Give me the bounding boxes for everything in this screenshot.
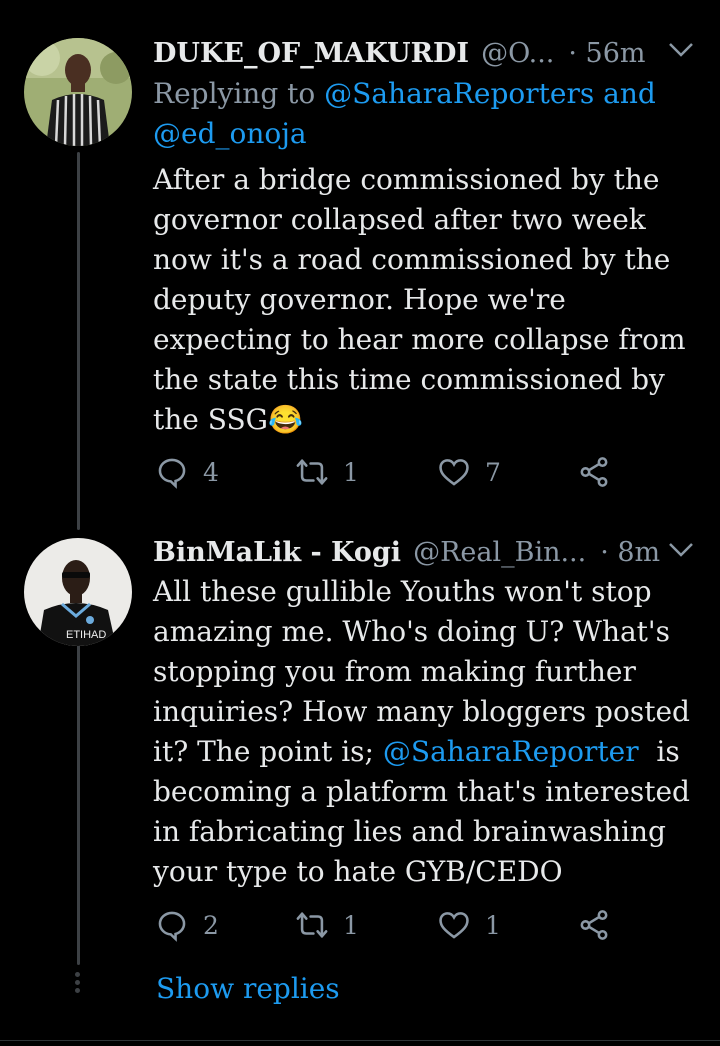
reply-button[interactable]: 4	[155, 455, 219, 489]
user-handle[interactable]: @O...	[481, 38, 554, 69]
reply-count: 4	[203, 457, 219, 487]
tweet-header: BinMaLik - Kogi @Real_Bin... · 8m	[153, 537, 660, 568]
show-replies-link[interactable]: Show replies	[156, 972, 340, 1005]
replying-to: Replying to @SaharaReporters and @ed_ono…	[153, 74, 693, 154]
reply-mention-link[interactable]: @SaharaReporters and	[324, 77, 656, 110]
tweet-actions: 2 1 1	[155, 908, 625, 948]
reply-button[interactable]: 2	[155, 908, 219, 942]
chevron-down-icon[interactable]	[668, 542, 694, 558]
timestamp[interactable]: · 56m	[568, 38, 645, 69]
share-button[interactable]	[577, 908, 625, 942]
tweet-actions: 4 1 7	[155, 455, 625, 495]
retweet-button[interactable]: 1	[295, 908, 359, 942]
reply-mention-link[interactable]: @ed_onoja	[153, 117, 307, 150]
thread-line	[77, 152, 80, 530]
tweet-text: After a bridge commissioned by the gover…	[153, 163, 686, 436]
reply-icon	[158, 458, 186, 489]
like-button[interactable]: 7	[437, 455, 501, 489]
display-name[interactable]: DUKE_OF_MAKURDI	[153, 38, 469, 69]
retweet-count: 1	[343, 910, 359, 940]
avatar-shirt-text: ETIHAD	[66, 629, 106, 641]
avatar[interactable]	[24, 38, 132, 146]
chevron-down-icon[interactable]	[668, 42, 694, 58]
reply-icon	[158, 911, 186, 942]
retweet-count: 1	[343, 457, 359, 487]
retweet-button[interactable]: 1	[295, 455, 359, 489]
replying-to-label: Replying to	[153, 77, 325, 110]
avatar[interactable]: ETIHAD	[24, 538, 132, 646]
thread-more-dots	[75, 972, 81, 996]
retweet-icon	[296, 459, 328, 485]
thread-line	[77, 605, 80, 965]
display-name[interactable]: BinMaLik - Kogi	[153, 537, 401, 568]
timestamp[interactable]: · 8m	[600, 537, 660, 568]
heart-icon	[439, 912, 469, 939]
like-button[interactable]: 1	[437, 908, 501, 942]
like-count: 7	[485, 457, 501, 487]
reply-count: 2	[203, 910, 219, 940]
share-button[interactable]	[577, 455, 625, 489]
retweet-icon	[296, 912, 328, 938]
user-handle[interactable]: @Real_Bin...	[413, 537, 586, 568]
share-icon	[580, 457, 608, 487]
divider	[0, 1040, 720, 1041]
mention-link[interactable]: @SaharaReporter	[383, 735, 639, 768]
share-icon	[580, 910, 608, 940]
like-count: 1	[485, 910, 501, 940]
tweet-header: DUKE_OF_MAKURDI @O... · 56m	[153, 38, 646, 69]
tweet-text: All these gullible Youths won't stop ama…	[153, 572, 698, 892]
heart-icon	[439, 459, 469, 486]
